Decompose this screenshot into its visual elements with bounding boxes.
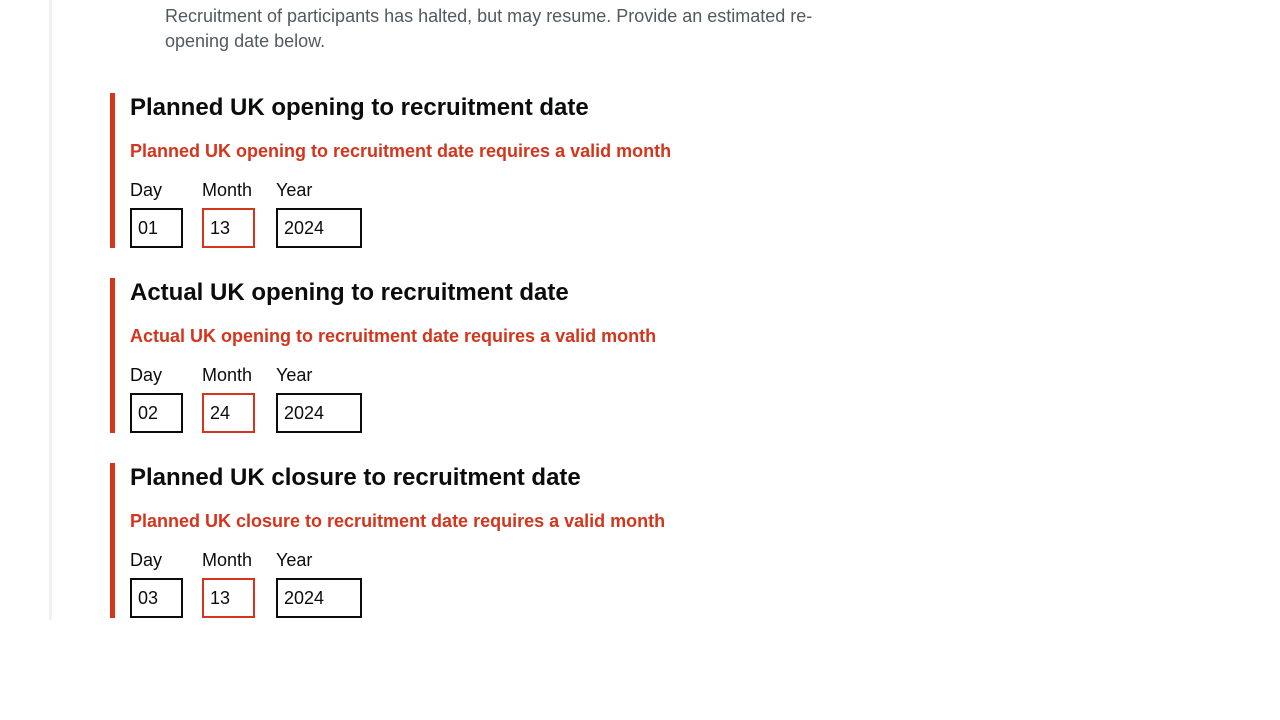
day-label: Day [130,550,163,570]
month-label: Month [202,365,253,385]
day-input[interactable] [130,208,183,248]
month-input[interactable] [202,208,255,248]
day-label: Day [130,365,163,385]
fieldset-legend: Planned UK opening to recruitment date [130,94,589,121]
month-input[interactable] [202,393,255,433]
month-label: Month [202,180,253,200]
day-input[interactable] [130,393,183,433]
planned-opening-date-group: Planned UK opening to recruitment date P… [110,93,870,248]
day-input[interactable] [130,578,183,618]
error-message: Actual UK opening to recruitment date re… [130,326,657,346]
radio-hint-text: Recruitment of participants has halted, … [165,6,813,51]
day-item: Day [130,550,183,618]
planned-closure-date-group: Planned UK closure to recruitment date P… [110,463,870,618]
year-label: Year [276,365,313,385]
actual-opening-date-group: Actual UK opening to recruitment date Ac… [110,278,870,433]
fieldset-legend: Actual UK opening to recruitment date [130,279,569,306]
error-message: Planned UK closure to recruitment date r… [130,511,666,531]
error-message: Planned UK opening to recruitment date r… [130,141,672,161]
year-label: Year [276,180,313,200]
year-input[interactable] [276,578,362,618]
month-label: Month [202,550,253,570]
page: Recruitment of participants has halted, … [0,0,1280,720]
year-input[interactable] [276,208,362,248]
year-item: Year [276,180,362,248]
year-input[interactable] [276,393,362,433]
day-item: Day [130,365,183,433]
day-item: Day [130,180,183,248]
year-item: Year [276,550,362,618]
month-input[interactable] [202,578,255,618]
fieldset-legend: Planned UK closure to recruitment date [130,464,581,491]
month-item: Month [202,550,255,618]
month-item: Month [202,365,255,433]
year-label: Year [276,550,313,570]
year-item: Year [276,365,362,433]
day-label: Day [130,180,163,200]
month-item: Month [202,180,255,248]
conditional-reveal-border [49,0,52,620]
